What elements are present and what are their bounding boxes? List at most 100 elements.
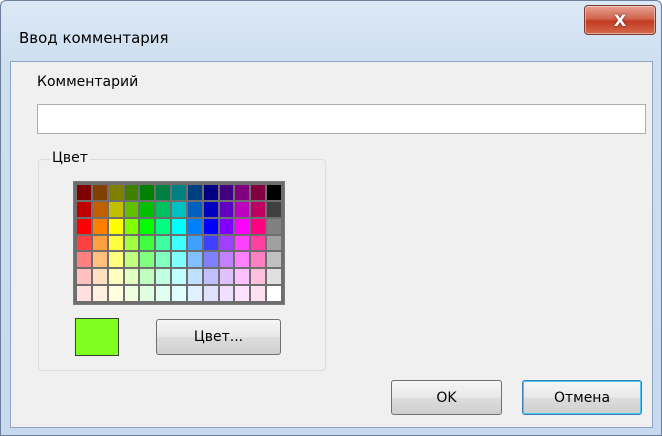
palette-swatch[interactable] [172,252,186,268]
palette-swatch[interactable] [77,218,91,234]
palette-swatch[interactable] [140,286,155,301]
palette-swatch[interactable] [172,218,186,234]
palette-swatch[interactable] [203,252,218,268]
palette-swatch[interactable] [187,235,202,251]
palette-swatch[interactable] [92,269,107,285]
palette-swatch[interactable] [108,201,123,217]
palette-swatch[interactable] [203,185,218,200]
palette-swatch[interactable] [92,218,107,234]
palette-swatch[interactable] [124,201,139,217]
palette-swatch[interactable] [140,201,155,217]
close-button[interactable]: X [584,5,656,35]
palette-swatch[interactable] [219,235,234,251]
palette-swatch[interactable] [203,218,218,234]
palette-swatch[interactable] [92,286,107,301]
palette-swatch[interactable] [267,201,281,217]
comment-input[interactable] [37,104,646,134]
palette-swatch[interactable] [108,269,123,285]
palette-swatch[interactable] [92,185,107,200]
palette-swatch[interactable] [140,235,155,251]
palette-swatch[interactable] [251,185,266,200]
palette-swatch[interactable] [92,201,107,217]
palette-swatch[interactable] [187,286,202,301]
palette-swatch[interactable] [235,252,250,268]
palette-swatch[interactable] [77,286,91,301]
palette-swatch[interactable] [235,185,250,200]
palette-swatch[interactable] [124,252,139,268]
palette-swatch[interactable] [235,235,250,251]
palette-swatch[interactable] [77,185,91,200]
palette-swatch[interactable] [251,286,266,301]
palette-swatch[interactable] [156,269,171,285]
palette-swatch[interactable] [235,201,250,217]
palette-swatch[interactable] [187,252,202,268]
palette-swatch[interactable] [140,185,155,200]
palette-swatch[interactable] [92,252,107,268]
palette-swatch[interactable] [203,269,218,285]
palette-swatch[interactable] [156,252,171,268]
color-group-title: Цвет [50,150,90,166]
palette-swatch[interactable] [156,201,171,217]
palette-swatch[interactable] [172,201,186,217]
palette-swatch[interactable] [108,218,123,234]
palette-swatch[interactable] [124,235,139,251]
ok-button[interactable]: OK [391,380,502,415]
palette-swatch[interactable] [124,185,139,200]
palette-swatch[interactable] [251,235,266,251]
palette-swatch[interactable] [92,235,107,251]
palette-swatch[interactable] [172,269,186,285]
palette-swatch[interactable] [267,269,281,285]
palette-swatch[interactable] [267,286,281,301]
palette-swatch[interactable] [172,185,186,200]
palette-swatch[interactable] [219,252,234,268]
palette-swatch[interactable] [108,252,123,268]
palette-swatch[interactable] [172,286,186,301]
palette-swatch[interactable] [140,252,155,268]
palette-swatch[interactable] [267,185,281,200]
palette-swatch[interactable] [267,235,281,251]
palette-swatch[interactable] [219,286,234,301]
palette-swatch[interactable] [235,269,250,285]
dialog-body: Комментарий Цвет Цвет... OK Отмена [10,61,653,428]
palette-swatch[interactable] [251,201,266,217]
palette-swatch[interactable] [267,252,281,268]
palette-swatch[interactable] [251,218,266,234]
cancel-button[interactable]: Отмена [522,380,642,415]
palette-swatch[interactable] [235,218,250,234]
palette-swatch[interactable] [108,235,123,251]
palette-swatch[interactable] [140,218,155,234]
palette-swatch[interactable] [251,252,266,268]
palette-swatch[interactable] [187,218,202,234]
palette-swatch[interactable] [267,218,281,234]
palette-swatch[interactable] [172,235,186,251]
color-picker-button[interactable]: Цвет... [156,319,281,355]
palette-swatch[interactable] [156,235,171,251]
palette-swatch[interactable] [108,185,123,200]
palette-swatch[interactable] [77,201,91,217]
palette-swatch[interactable] [187,269,202,285]
palette-swatch[interactable] [77,269,91,285]
palette-swatch[interactable] [235,286,250,301]
palette-swatch[interactable] [219,185,234,200]
palette-swatch[interactable] [219,269,234,285]
palette-swatch[interactable] [124,218,139,234]
palette-swatch[interactable] [203,286,218,301]
palette-swatch[interactable] [108,286,123,301]
palette-swatch[interactable] [124,286,139,301]
palette-swatch[interactable] [203,235,218,251]
palette-swatch[interactable] [156,218,171,234]
palette-swatch[interactable] [251,269,266,285]
palette-swatch[interactable] [187,185,202,200]
palette-swatch[interactable] [187,201,202,217]
palette-swatch[interactable] [219,218,234,234]
palette-swatch[interactable] [203,201,218,217]
palette-swatch[interactable] [140,269,155,285]
palette-swatch[interactable] [156,185,171,200]
palette-swatch[interactable] [124,269,139,285]
palette-swatch[interactable] [219,201,234,217]
palette-swatch[interactable] [156,286,171,301]
comment-dialog: Ввод комментария X Комментарий Цвет Цвет… [0,0,662,436]
palette-swatch[interactable] [77,235,91,251]
title-bar[interactable]: Ввод комментария X [1,1,661,53]
palette-swatch[interactable] [77,252,91,268]
